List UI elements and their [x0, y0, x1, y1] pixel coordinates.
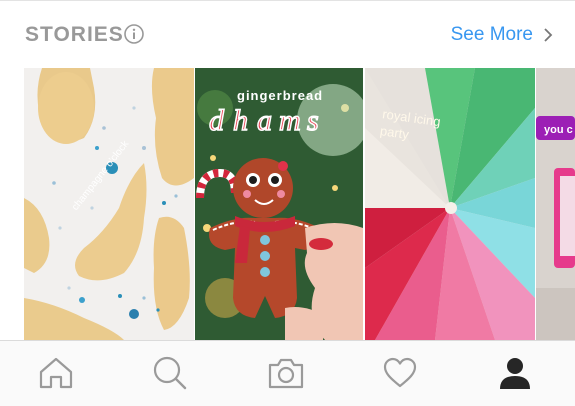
tab-activity[interactable] — [380, 355, 420, 391]
info-icon[interactable] — [124, 24, 144, 44]
stories-header: STORIES See More — [0, 0, 575, 68]
search-icon — [153, 356, 187, 390]
cookies-image — [24, 68, 194, 340]
svg-text:s: s — [307, 104, 319, 137]
tab-home[interactable] — [36, 355, 76, 391]
tab-search[interactable] — [150, 355, 190, 391]
story-thumbnail-gingerbread[interactable]: d h a m s gingerbread — [195, 68, 363, 340]
story-thumbnail-partial[interactable]: you c — [536, 68, 575, 340]
svg-text:m: m — [279, 104, 301, 137]
home-icon — [39, 357, 73, 389]
gingerbread-image: d h a m s — [195, 68, 363, 340]
see-more-link[interactable]: See More — [451, 24, 553, 46]
story-thumbnail-cookies[interactable]: champagne o'clock — [24, 68, 194, 340]
heart-icon — [383, 357, 417, 388]
stories-row: champagne o'clock d h a m s gingerbread … — [24, 68, 575, 340]
see-more-label: See More — [450, 24, 533, 45]
tab-camera[interactable] — [266, 355, 306, 391]
story-thumbnail-icing[interactable]: royal icing party — [365, 68, 535, 340]
svg-text:h: h — [233, 104, 248, 137]
camera-icon — [268, 358, 304, 389]
svg-text:d: d — [209, 104, 225, 137]
story-caption: you c — [544, 124, 573, 136]
profile-icon — [500, 358, 530, 389]
story-caption: gingerbread — [237, 88, 324, 103]
svg-text:a: a — [257, 104, 272, 137]
stories-title: STORIES — [25, 23, 124, 46]
bottom-tab-bar — [0, 340, 575, 406]
tab-profile[interactable] — [495, 355, 535, 391]
chevron-right-icon — [544, 28, 553, 42]
partial-story-image — [536, 68, 575, 340]
